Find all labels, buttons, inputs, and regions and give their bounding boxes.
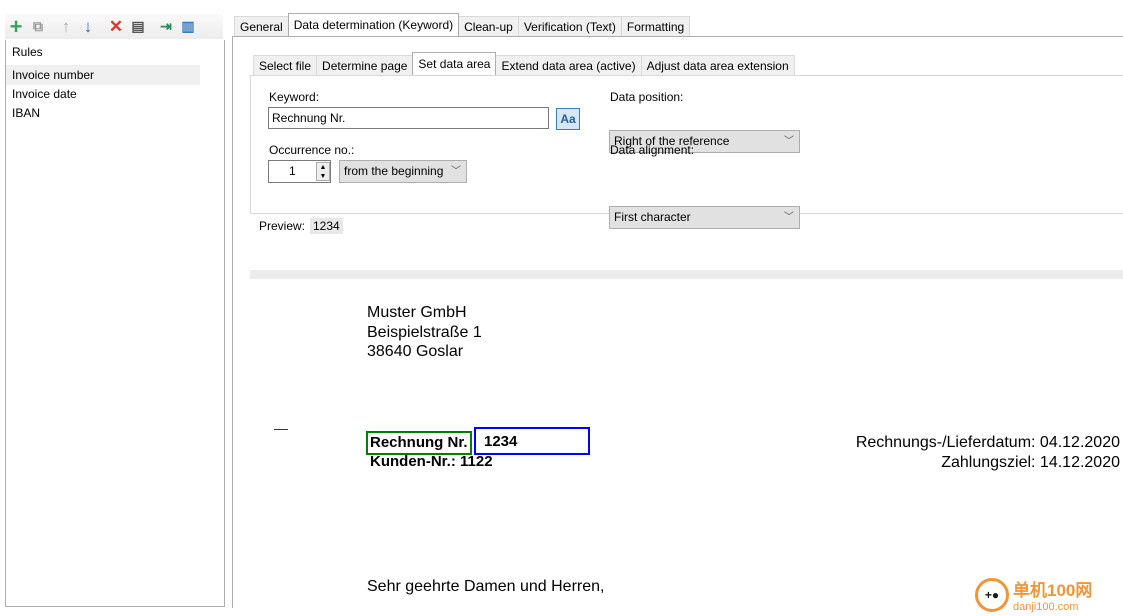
keyword-input[interactable]: Rechnung Nr. [268,107,549,129]
main-tabs: General Data determination (Keyword) Cle… [234,13,691,36]
occurrence-label: Occurrence no.: [269,143,355,157]
rules-header: Rules [6,40,200,66]
position-label: Data position: [610,90,684,104]
invoice-date-line: Rechnungs-/Lieferdatum: 04.12.2020 [855,434,1120,451]
chevron-down-icon: ﹀ [784,136,794,147]
fold-mark [274,429,288,430]
tab-clean-up[interactable]: Clean-up [458,16,519,36]
import-icon[interactable]: ⇥ [155,16,177,38]
watermark-logo-icon: +● [975,577,1009,612]
delete-icon[interactable]: ✕ [105,16,127,38]
occurrence-from-value: from the beginning [344,164,444,178]
match-case-button[interactable]: Aa [556,108,580,130]
sub-tabs: Select file Determine page Set data area… [253,52,795,75]
watermark: +● 单机100网 danji100.com [975,576,1092,613]
move-down-icon[interactable]: ↓ [77,16,99,38]
tab-determine-page[interactable]: Determine page [316,55,414,75]
tab-data-determination[interactable]: Data determination (Keyword) [287,13,460,36]
chevron-down-icon: ﹀ [451,166,461,177]
document-top-bar [250,270,1123,279]
document-dates: Rechnungs-/Lieferdatum: 04.12.2020 Zahlu… [856,433,1120,472]
tab-verification[interactable]: Verification (Text) [517,16,622,36]
columns-icon[interactable]: ▥ [177,16,199,38]
rule-item-invoice-number[interactable]: Invoice number [6,66,200,85]
occurrence-stepper[interactable]: ▲ ▼ [316,162,330,181]
tab-set-data-area[interactable]: Set data area [412,52,497,75]
tab-extend-data-area[interactable]: Extend data area (active) [495,55,642,75]
tab-formatting[interactable]: Formatting [620,16,691,36]
data-alignment-value: First character [614,210,691,224]
rules-list: Rules Invoice number Invoice date IBAN [5,40,225,607]
watermark-text: 单机100网 danji100.com [1013,576,1092,613]
rule-item-invoice-date[interactable]: Invoice date [6,85,200,104]
value-highlight: 1234 [474,427,590,455]
occurrence-from-select[interactable]: from the beginning ﹀ [339,160,467,183]
keyword-label: Keyword: [269,90,320,104]
move-up-icon[interactable]: ↑ [55,16,77,38]
address-line: Muster GmbH [367,304,467,321]
delete-all-icon[interactable]: ▤ [127,16,149,38]
alignment-label: Data alignment: [610,143,695,157]
due-date-line: Zahlungsziel: 14.12.2020 [941,453,1120,471]
add-icon[interactable]: + [5,14,27,39]
preview-label: Preview: [259,219,306,233]
greeting: Sehr geehrte Damen und Herren, [367,578,605,595]
tab-adjust-extension[interactable]: Adjust data area extension [640,55,795,75]
document-address: Muster GmbH Beispielstraße 1 38640 Gosla… [367,303,482,362]
copy-icon[interactable]: ⧉ [27,16,49,38]
address-line: Beispielstraße 1 [367,323,482,341]
data-alignment-select[interactable]: First character ﹀ [609,206,800,229]
rules-toolbar: + ⧉ ↑ ↓ ✕ ▤ ⇥ ▥ [5,14,223,39]
preview-value: 1234 [310,218,343,234]
watermark-title: 单机100网 [1013,581,1093,600]
tab-general[interactable]: General [234,16,289,36]
rule-item-iban[interactable]: IBAN [6,104,200,123]
tab-select-file[interactable]: Select file [253,55,318,75]
customer-number: Kunden-Nr.: 1122 [370,453,493,470]
keyword-highlight: Rechnung Nr. [366,431,472,455]
chevron-down-icon: ﹀ [784,212,794,223]
address-line: 38640 Goslar [367,343,464,360]
watermark-url: danji100.com [1013,601,1079,613]
